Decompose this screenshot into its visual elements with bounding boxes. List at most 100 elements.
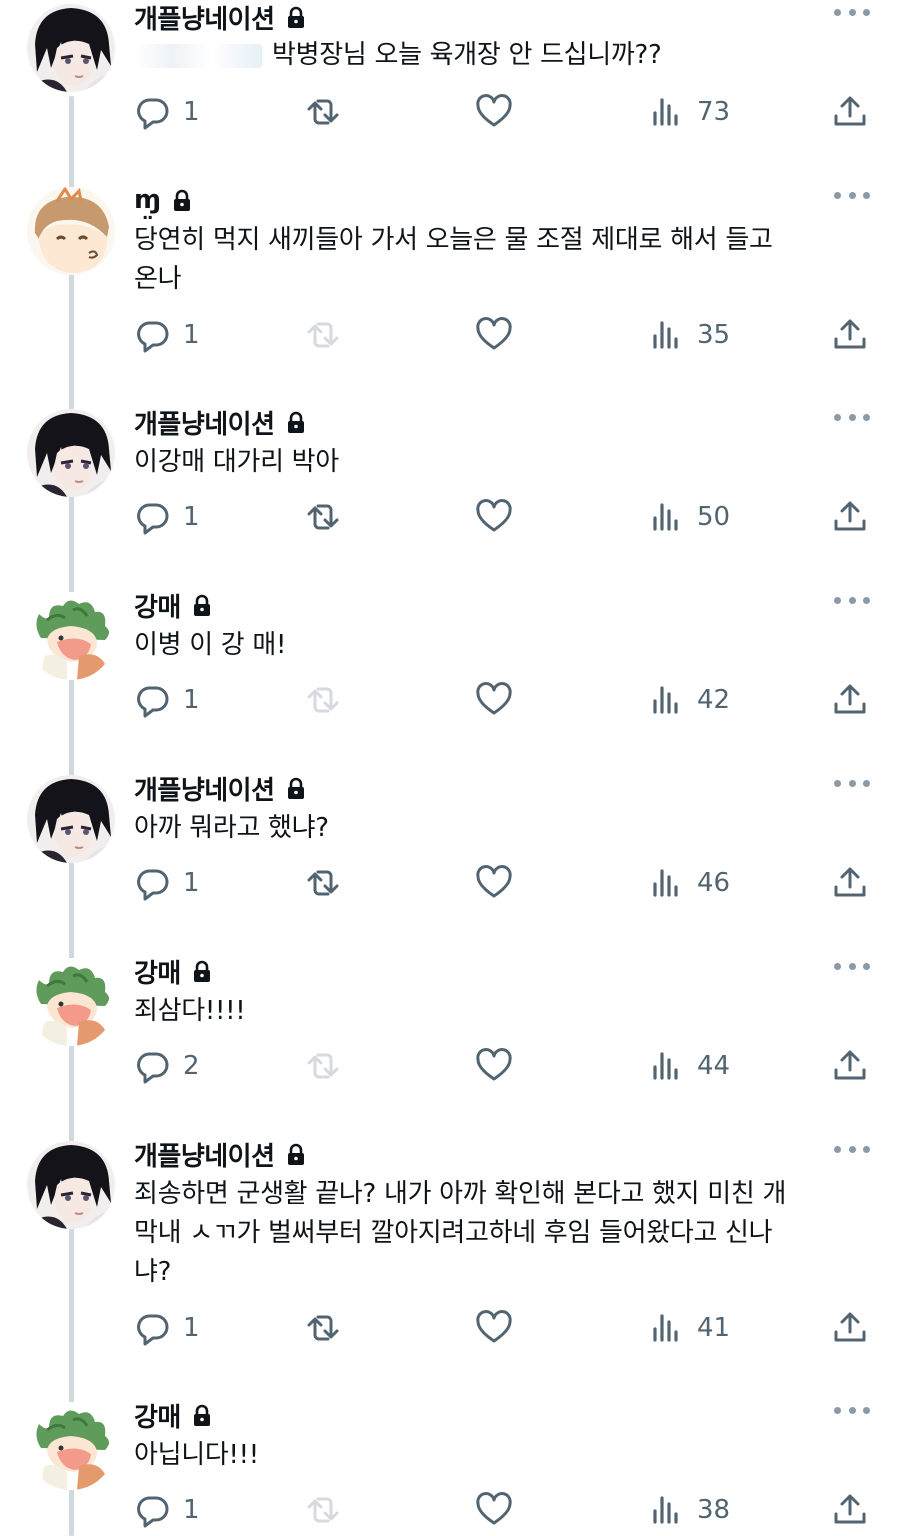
reply-count: 1 bbox=[183, 502, 200, 532]
avatar[interactable] bbox=[27, 4, 115, 92]
reply-button[interactable]: 1 bbox=[133, 861, 200, 905]
retweet-button bbox=[303, 1044, 343, 1088]
tweet-text: 박병장님 오늘 육개장 안 드십니까?? bbox=[134, 36, 854, 75]
share-button[interactable] bbox=[830, 313, 870, 357]
views-button[interactable]: 46 bbox=[647, 861, 730, 905]
reply-button[interactable]: 1 bbox=[133, 678, 200, 722]
retweet-icon bbox=[307, 504, 339, 530]
retweet-button[interactable] bbox=[303, 861, 343, 905]
avatar[interactable] bbox=[27, 592, 115, 680]
more-icon[interactable] bbox=[834, 1143, 870, 1155]
more-icon[interactable] bbox=[834, 189, 870, 201]
share-button[interactable] bbox=[830, 1488, 870, 1532]
avatar[interactable] bbox=[27, 1402, 115, 1490]
tweet-actions: 1 38 bbox=[0, 1488, 900, 1532]
more-icon[interactable] bbox=[834, 777, 870, 789]
tweet-header: 강매 bbox=[134, 1397, 213, 1434]
views-count: 38 bbox=[697, 1495, 731, 1525]
reply-button[interactable]: 1 bbox=[133, 1488, 200, 1532]
tweet-text: 이강매 대가리 박아 bbox=[134, 447, 339, 477]
reply-button[interactable]: 1 bbox=[133, 90, 200, 134]
tweet-text: 죄삼다!!!! bbox=[134, 996, 246, 1026]
like-button[interactable] bbox=[474, 495, 514, 539]
retweet-button[interactable] bbox=[303, 495, 343, 539]
share-button[interactable] bbox=[830, 1044, 870, 1088]
reply-button[interactable]: 1 bbox=[133, 313, 200, 357]
heart-icon bbox=[476, 865, 512, 898]
lock-icon bbox=[192, 1404, 212, 1427]
tweet-header: 개플냥네이션 bbox=[134, 770, 307, 807]
views-button[interactable]: 73 bbox=[647, 90, 730, 134]
retweet-button[interactable] bbox=[303, 90, 343, 134]
reply-count: 1 bbox=[183, 320, 200, 350]
retweet-button bbox=[303, 1488, 343, 1532]
more-icon[interactable] bbox=[834, 411, 870, 423]
display-name[interactable]: 강매 bbox=[134, 587, 181, 624]
display-name[interactable]: 강매 bbox=[134, 953, 181, 990]
retweet-button bbox=[303, 313, 343, 357]
views-icon bbox=[653, 503, 678, 531]
tweet-actions: 2 44 bbox=[0, 1044, 900, 1088]
views-button[interactable]: 41 bbox=[647, 1306, 730, 1350]
views-button[interactable]: 42 bbox=[647, 678, 730, 722]
heart-icon bbox=[476, 1492, 512, 1525]
lock-icon bbox=[286, 6, 305, 29]
views-button[interactable]: 38 bbox=[647, 1488, 730, 1532]
tweet-text: 당연히 먹지 새끼들아 가서 오늘은 물 조절 제대로 해서 들고 온나 bbox=[134, 225, 773, 294]
more-icon[interactable] bbox=[834, 1404, 870, 1416]
avatar[interactable] bbox=[27, 775, 115, 863]
like-button[interactable] bbox=[474, 678, 514, 722]
reply-button[interactable]: 1 bbox=[133, 495, 200, 539]
retweet-button[interactable] bbox=[303, 1306, 343, 1350]
lock-icon bbox=[286, 1143, 305, 1166]
share-button[interactable] bbox=[830, 1306, 870, 1350]
like-button[interactable] bbox=[474, 1306, 514, 1350]
reply-icon bbox=[137, 321, 169, 353]
share-button[interactable] bbox=[830, 861, 870, 905]
views-button[interactable]: 35 bbox=[647, 313, 730, 357]
lock-icon bbox=[172, 189, 191, 212]
share-icon bbox=[834, 96, 866, 126]
retweet-icon bbox=[307, 99, 339, 125]
tweet-text: 아닙니다!!! bbox=[134, 1440, 259, 1470]
avatar[interactable] bbox=[27, 187, 115, 275]
tweet-actions: 1 42 bbox=[0, 678, 900, 722]
more-icon[interactable] bbox=[834, 6, 870, 18]
tweet-text: 이병 이 강 매! bbox=[134, 630, 287, 660]
reply-button[interactable]: 2 bbox=[133, 1044, 200, 1088]
views-count: 44 bbox=[697, 1051, 731, 1081]
like-button[interactable] bbox=[474, 861, 514, 905]
views-icon bbox=[653, 686, 678, 714]
display-name[interactable]: 개플냥네이션 bbox=[134, 0, 275, 36]
like-button[interactable] bbox=[474, 313, 514, 357]
share-button[interactable] bbox=[830, 90, 870, 134]
views-count: 46 bbox=[697, 868, 731, 898]
avatar[interactable] bbox=[27, 409, 115, 497]
avatar[interactable] bbox=[27, 1141, 115, 1229]
display-name[interactable]: ɱ̤ bbox=[134, 185, 161, 215]
display-name[interactable]: 개플냥네이션 bbox=[134, 404, 275, 441]
views-count: 35 bbox=[697, 320, 731, 350]
display-name[interactable]: 강매 bbox=[134, 1397, 181, 1434]
share-button[interactable] bbox=[830, 495, 870, 539]
heart-icon bbox=[476, 1048, 512, 1081]
avatar[interactable] bbox=[27, 958, 115, 1046]
reply-icon bbox=[137, 98, 169, 130]
views-button[interactable]: 44 bbox=[647, 1044, 730, 1088]
display-name[interactable]: 개플냥네이션 bbox=[134, 770, 275, 807]
like-button[interactable] bbox=[474, 90, 514, 134]
tweet-actions: 1 46 bbox=[0, 861, 900, 905]
share-button[interactable] bbox=[830, 678, 870, 722]
views-count: 42 bbox=[697, 685, 731, 715]
display-name[interactable]: 개플냥네이션 bbox=[134, 1136, 275, 1173]
views-count: 50 bbox=[697, 502, 731, 532]
like-button[interactable] bbox=[474, 1044, 514, 1088]
views-button[interactable]: 50 bbox=[647, 495, 730, 539]
lock-icon bbox=[192, 594, 212, 617]
tweet-header: 개플냥네이션 bbox=[134, 1136, 307, 1173]
like-button[interactable] bbox=[474, 1488, 514, 1532]
more-icon[interactable] bbox=[834, 594, 870, 606]
more-icon[interactable] bbox=[834, 960, 870, 972]
reply-button[interactable]: 1 bbox=[133, 1306, 200, 1350]
tweet-actions: 1 73 bbox=[0, 90, 900, 134]
